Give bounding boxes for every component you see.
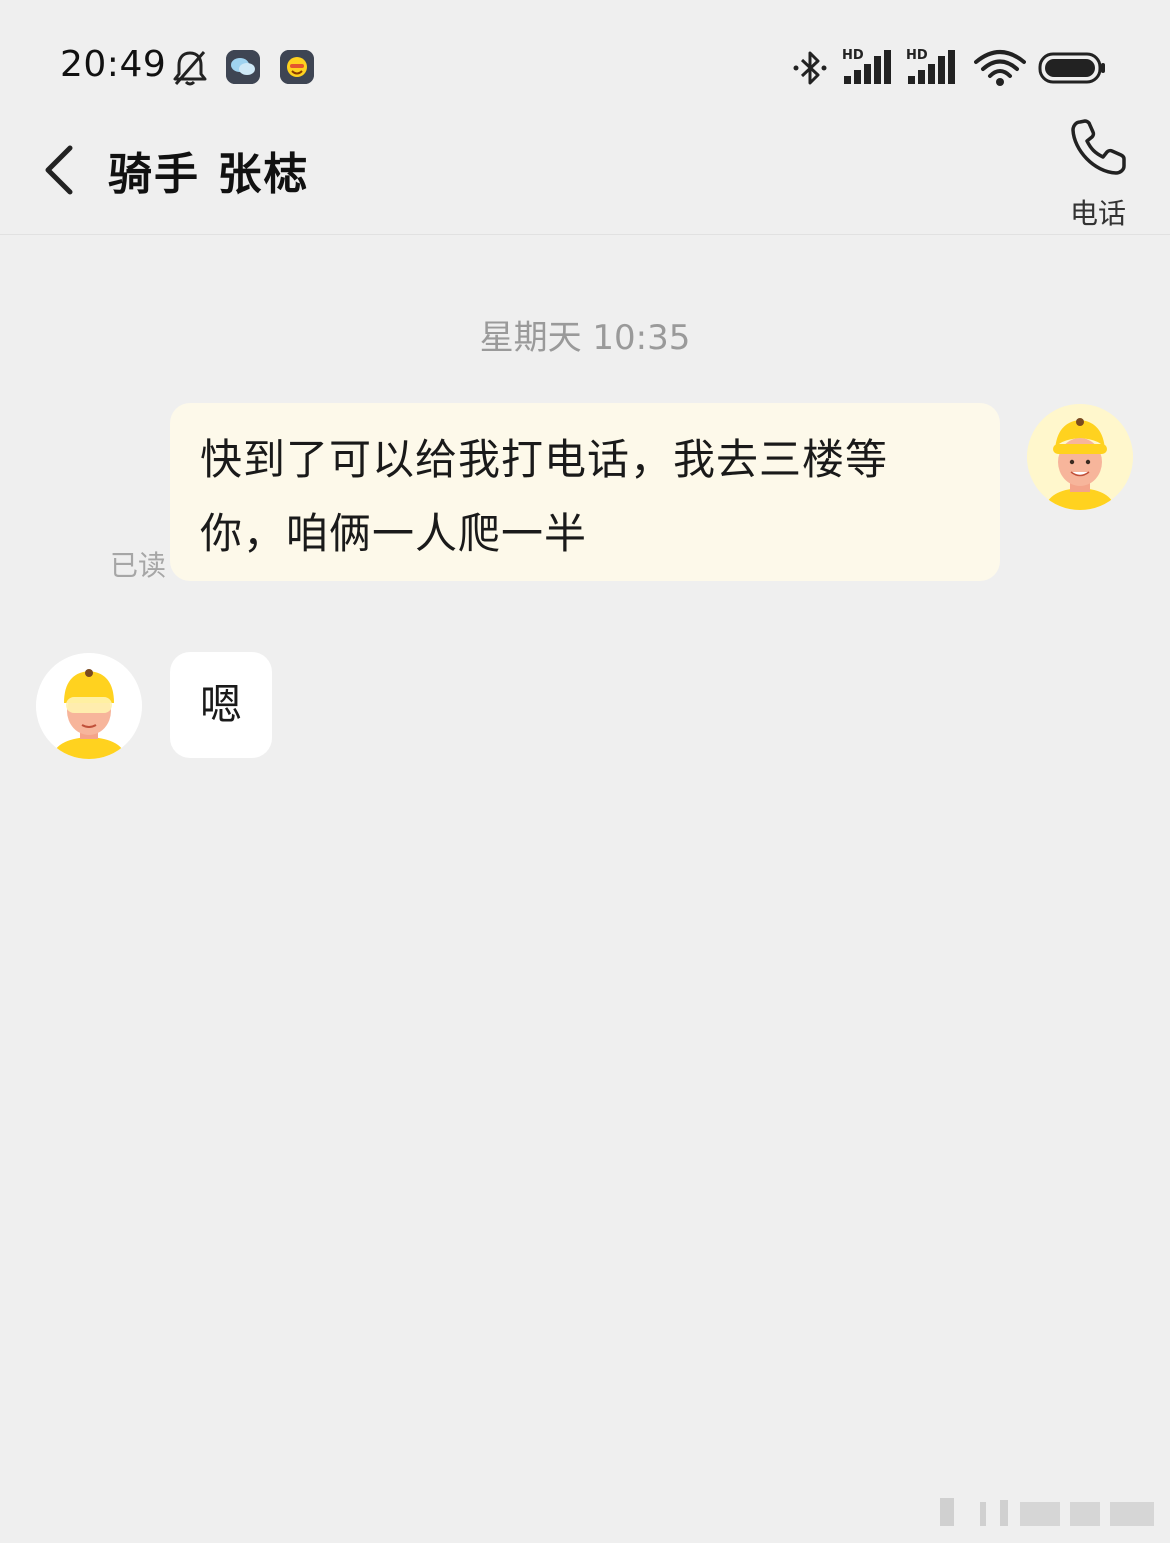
call-label: 电话 bbox=[1069, 197, 1126, 230]
read-status: 已读 bbox=[110, 549, 167, 582]
app-notification-icon bbox=[280, 50, 314, 84]
bluetooth-icon bbox=[793, 51, 827, 85]
wifi-icon bbox=[974, 50, 1026, 86]
watermark-logo bbox=[940, 1498, 1154, 1526]
my-avatar[interactable] bbox=[1027, 404, 1133, 510]
rider-avatar-icon bbox=[1027, 404, 1133, 510]
app-notification-icon bbox=[226, 50, 260, 84]
phone-icon bbox=[1071, 119, 1126, 175]
hd-signal-icon: HD bbox=[906, 48, 955, 84]
battery-icon bbox=[1038, 52, 1105, 84]
rider-avatar-icon bbox=[36, 653, 142, 759]
call-button[interactable]: 电话 bbox=[1050, 114, 1146, 230]
message-text-line: 你，咱俩一人爬一半 bbox=[200, 509, 588, 558]
incoming-message-bubble[interactable]: 嗯 bbox=[170, 652, 272, 758]
outgoing-message-bubble[interactable]: 快到了可以给我打电话，我去三楼等 你，咱俩一人爬一半 bbox=[170, 403, 1000, 581]
bell-muted-icon bbox=[173, 51, 207, 86]
rider-avatar[interactable] bbox=[36, 653, 142, 759]
chat-header: 骑手 张梽 电话 bbox=[0, 110, 1170, 235]
status-time: 20:49 bbox=[60, 44, 167, 85]
message-text-line: 快到了可以给我打电话，我去三楼等 bbox=[200, 435, 889, 484]
message-timestamp: 星期天 10:35 bbox=[479, 318, 691, 358]
chat-title: 骑手 张梽 bbox=[108, 149, 310, 200]
hd-label: HD bbox=[842, 48, 864, 63]
message-text: 嗯 bbox=[199, 680, 242, 729]
hd-signal-icon: HD bbox=[842, 48, 891, 84]
hd-label: HD bbox=[906, 48, 928, 63]
back-arrow-icon[interactable] bbox=[36, 140, 86, 200]
